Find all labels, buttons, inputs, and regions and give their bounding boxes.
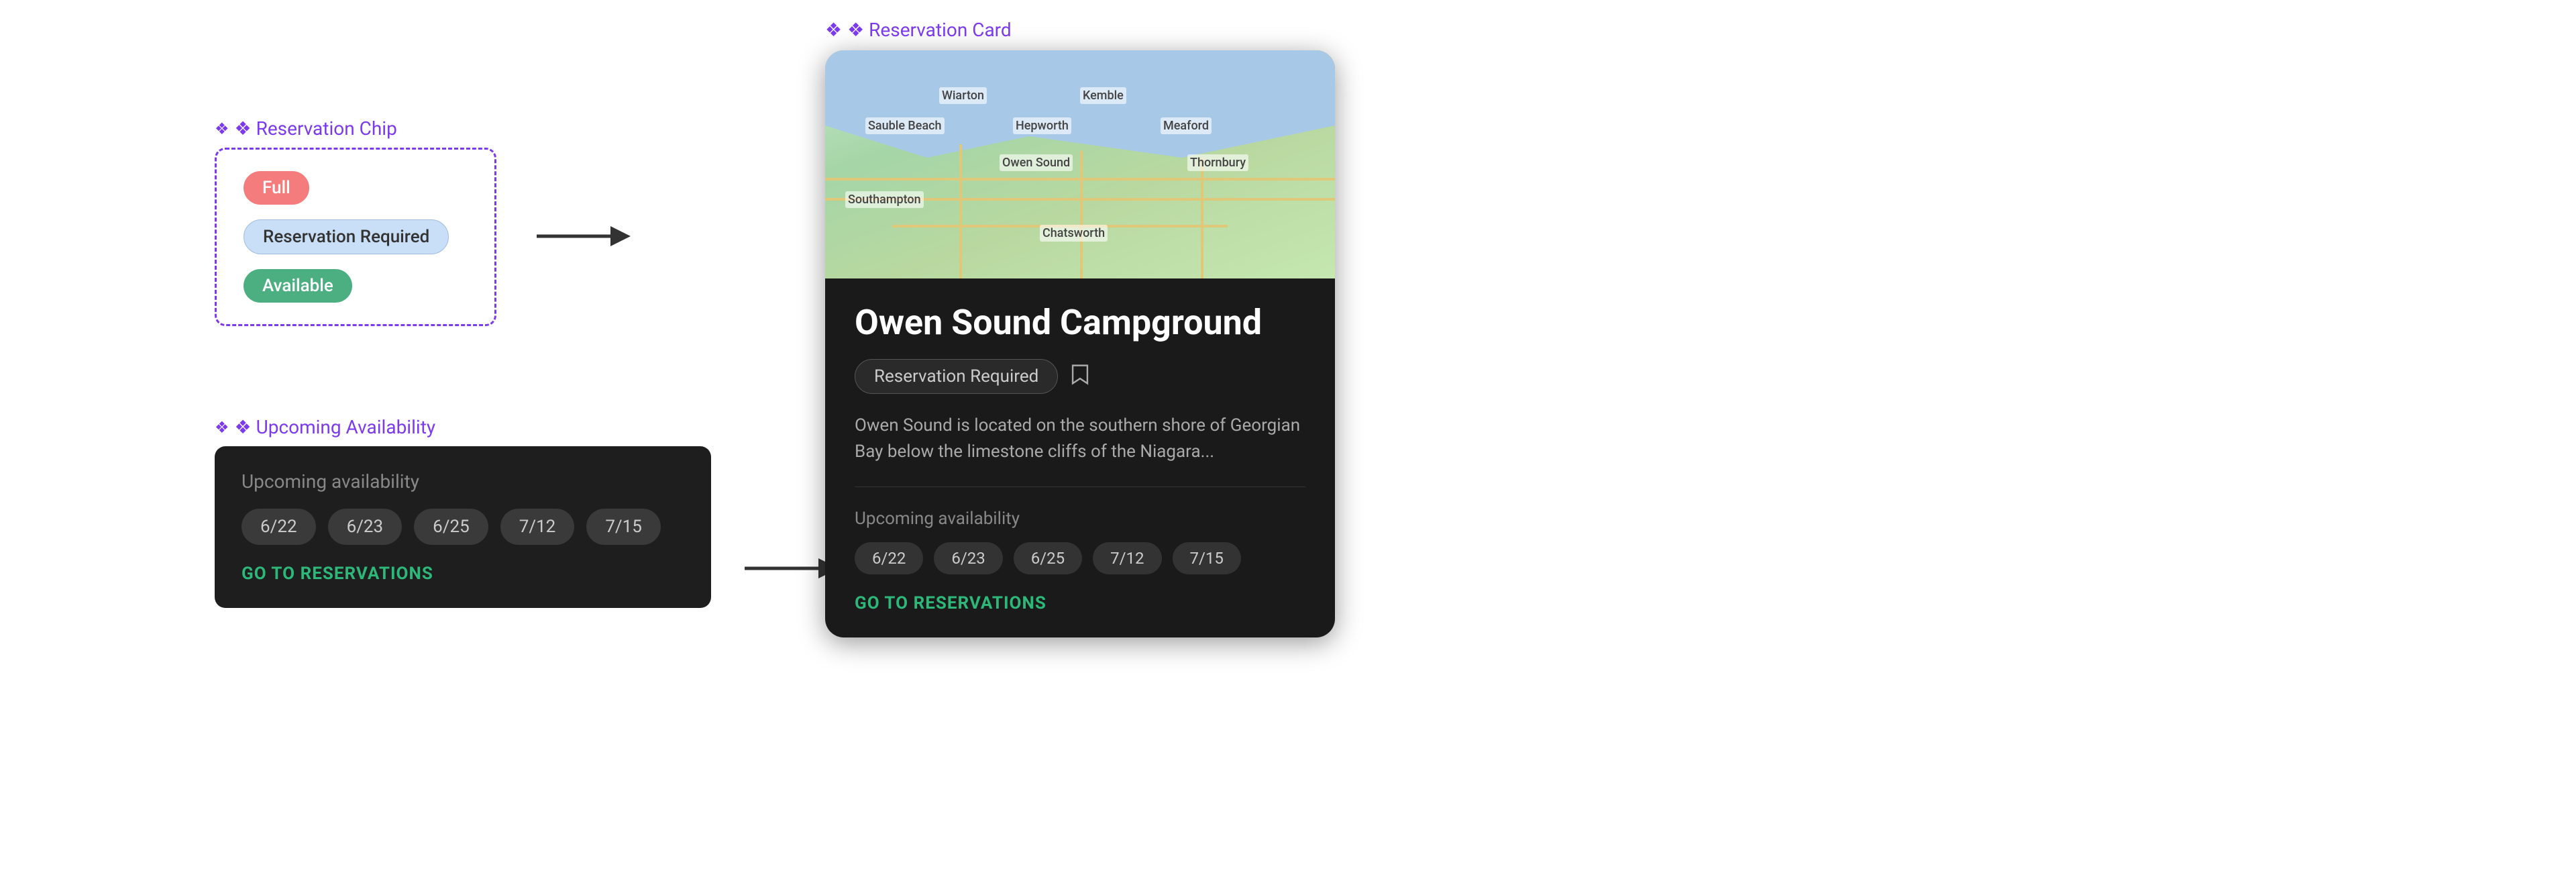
card-title: Owen Sound Campground [855, 303, 1305, 343]
date-chip-5[interactable]: 7/15 [586, 509, 661, 545]
card-upcoming-label: Upcoming availability [855, 509, 1305, 529]
card-chips-row: Reservation Required [855, 359, 1305, 394]
map-label-thornbury: Thornbury [1187, 154, 1248, 171]
chip-reservation-required[interactable]: Reservation Required [244, 219, 449, 254]
map-label-hepworth: Hepworth [1013, 117, 1071, 134]
date-chip-4[interactable]: 7/12 [500, 509, 575, 545]
diamond-icon-3: ❖ [825, 19, 842, 41]
upcoming-availability-label: ❖ ❖ Upcoming Availability [215, 416, 711, 438]
map-road-v1 [959, 144, 962, 278]
card-date-chip-5[interactable]: 7/15 [1173, 542, 1241, 574]
date-chip-1[interactable]: 6/22 [241, 509, 316, 545]
arrow-chip-to-card [530, 211, 637, 265]
card-go-to-reservations-link[interactable]: GO TO RESERVATIONS [855, 593, 1305, 613]
reservation-chip-section: ❖ ❖ Reservation Chip Full Reservation Re… [215, 117, 496, 326]
map-label-chatsworth: Chatsworth [1040, 225, 1108, 242]
map-label-sb: Sauble Beach [865, 117, 945, 134]
card-content: Owen Sound Campground Reservation Requir… [825, 278, 1335, 637]
map-label-southampton: Southampton [845, 191, 924, 208]
card-date-chip-4[interactable]: 7/12 [1093, 542, 1161, 574]
date-chip-3[interactable]: 6/25 [414, 509, 488, 545]
card-map: Wiarton Kemble Sauble Beach Hepworth Mea… [825, 50, 1335, 278]
map-label-kemble: Kemble [1080, 87, 1126, 104]
map-label-meaford: Meaford [1161, 117, 1212, 134]
upcoming-availability-section: ❖ ❖ Upcoming Availability Upcoming avail… [215, 416, 711, 608]
card-description: Owen Sound is located on the southern sh… [855, 413, 1305, 465]
upcoming-box: Upcoming availability 6/22 6/23 6/25 7/1… [215, 446, 711, 608]
card-reservation-chip[interactable]: Reservation Required [855, 359, 1058, 394]
map-water [825, 50, 1335, 158]
date-chips-row: 6/22 6/23 6/25 7/12 7/15 [241, 509, 684, 545]
map-label-warton: Wiarton [939, 87, 987, 104]
card-date-chip-1[interactable]: 6/22 [855, 542, 923, 574]
reservation-card-section: ❖ ❖ Reservation Card Wiarton Kemble Saub… [825, 19, 1335, 637]
map-road-v3 [1201, 158, 1203, 278]
diamond-icon: ❖ [215, 119, 229, 138]
card-date-chips-row: 6/22 6/23 6/25 7/12 7/15 [855, 542, 1305, 574]
go-to-reservations-link[interactable]: GO TO RESERVATIONS [241, 564, 684, 584]
card-date-chip-2[interactable]: 6/23 [934, 542, 1002, 574]
reservation-card-label: ❖ ❖ Reservation Card [825, 19, 1335, 41]
date-chip-2[interactable]: 6/23 [328, 509, 402, 545]
chip-available[interactable]: Available [244, 269, 352, 303]
bookmark-icon[interactable] [1070, 363, 1094, 390]
card-date-chip-3[interactable]: 6/25 [1014, 542, 1082, 574]
chip-dashed-box: Full Reservation Required Available [215, 148, 496, 326]
card-divider [855, 486, 1305, 487]
reservation-chip-label: ❖ ❖ Reservation Chip [215, 117, 496, 140]
map-road-v2 [1080, 151, 1083, 278]
upcoming-section-label: Upcoming availability [241, 470, 684, 493]
reservation-card: Wiarton Kemble Sauble Beach Hepworth Mea… [825, 50, 1335, 637]
map-label-owensound: Owen Sound [1000, 154, 1073, 171]
diamond-icon-2: ❖ [215, 418, 229, 437]
chip-full[interactable]: Full [244, 171, 309, 205]
